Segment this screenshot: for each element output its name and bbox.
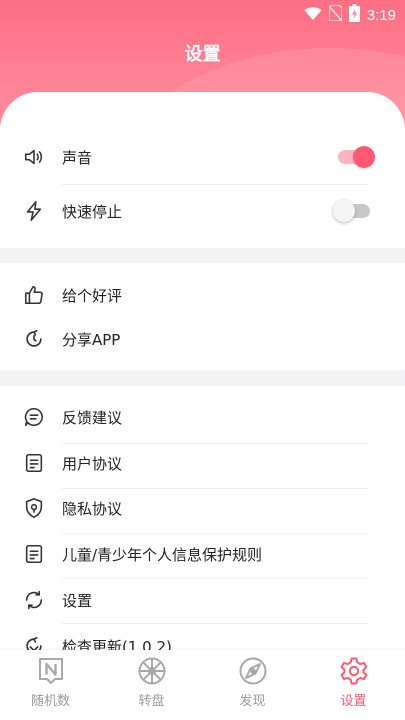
settings-label: 设置	[62, 591, 93, 610]
user-agreement-row[interactable]: 用户协议	[0, 441, 405, 485]
settings-row[interactable]: 设置	[0, 578, 405, 622]
wifi-icon	[304, 6, 322, 25]
rate-app-row[interactable]: 给个好评	[0, 273, 405, 317]
social-card: 给个好评 分享APP	[0, 263, 405, 370]
refresh-icon	[22, 588, 46, 612]
child-privacy-row[interactable]: 儿童/青少年个人信息保护规则	[0, 532, 405, 576]
random-n-icon	[36, 656, 66, 686]
privacy-policy-row[interactable]: 隐私协议	[0, 486, 405, 530]
nav-random-number-label: 随机数	[30, 694, 70, 709]
toggle-settings-card: 声音 快速停止	[0, 92, 405, 248]
chat-bubble-icon	[22, 405, 46, 429]
nav-wheel[interactable]: 转盘	[101, 656, 202, 716]
compass-icon	[238, 656, 268, 686]
sound-toggle-knob	[353, 146, 375, 168]
nav-settings-label: 设置	[340, 694, 367, 709]
lightning-icon	[22, 199, 46, 223]
child-privacy-label: 儿童/青少年个人信息保护规则	[62, 545, 263, 564]
shield-icon	[22, 496, 46, 520]
share-app-row[interactable]: 分享APP	[0, 317, 405, 361]
nav-random-number[interactable]: 随机数	[0, 656, 101, 716]
bottom-navigation: 随机数 转盘 发现 设置	[0, 650, 405, 720]
divider	[62, 184, 368, 185]
speaker-icon	[22, 145, 46, 169]
privacy-policy-label: 隐私协议	[62, 499, 123, 518]
share-icon	[22, 327, 46, 351]
document-icon	[22, 451, 46, 475]
quick-stop-toggle-knob	[333, 200, 355, 222]
feedback-label: 反馈建议	[62, 408, 123, 427]
status-bar: 3:19	[0, 0, 405, 30]
nav-wheel-label: 转盘	[138, 694, 165, 709]
quick-stop-label: 快速停止	[62, 202, 123, 221]
quick-stop-toggle[interactable]	[333, 200, 370, 222]
share-app-label: 分享APP	[62, 330, 121, 349]
no-sim-icon	[328, 4, 343, 25]
settings-screen: 3:19 设置 声音 快速停止 给个好评 分享APP 反馈建议 用户协议 隐私协…	[0, 0, 405, 720]
info-card: 反馈建议 用户协议 隐私协议 儿童/青少年个人信息保护规则 设置 检查更新(1.…	[0, 386, 405, 656]
battery-charging-icon	[348, 4, 360, 26]
sound-toggle[interactable]	[338, 146, 375, 168]
rate-app-label: 给个好评	[62, 286, 123, 305]
sound-label: 声音	[62, 148, 93, 167]
page-title: 设置	[184, 44, 221, 65]
nav-discover-label: 发现	[239, 694, 266, 709]
wheel-icon	[137, 656, 167, 686]
thumbs-up-icon	[22, 283, 46, 307]
document-icon	[22, 542, 46, 566]
gear-icon	[339, 656, 369, 686]
status-time: 3:19	[366, 6, 396, 24]
nav-settings[interactable]: 设置	[303, 656, 404, 716]
feedback-row[interactable]: 反馈建议	[0, 395, 405, 439]
nav-discover[interactable]: 发现	[202, 656, 303, 716]
sound-setting-row[interactable]: 声音	[0, 135, 405, 179]
quick-stop-setting-row[interactable]: 快速停止	[0, 189, 405, 233]
user-agreement-label: 用户协议	[62, 454, 123, 473]
